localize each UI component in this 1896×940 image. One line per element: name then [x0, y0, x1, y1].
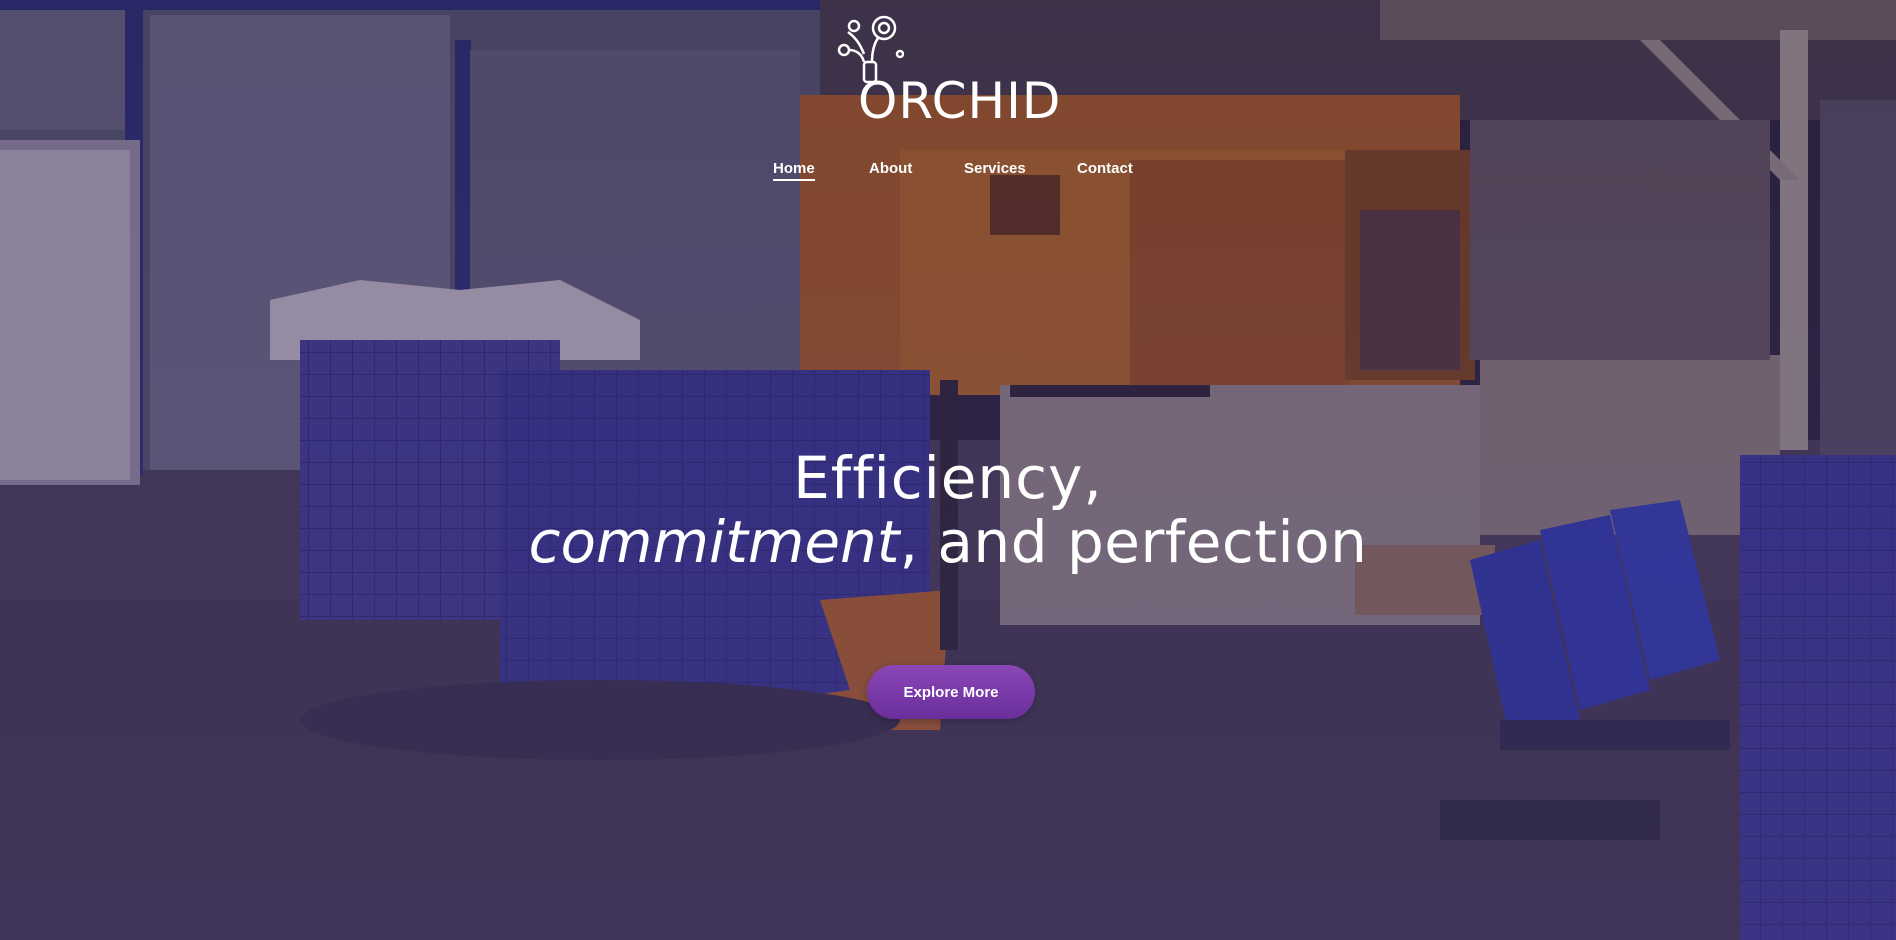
nav-item-services[interactable]: Services	[964, 160, 1026, 177]
explore-more-button[interactable]: Explore More	[867, 665, 1035, 719]
nav-item-home[interactable]: Home	[773, 160, 815, 181]
main-navigation: Home About Services Contact	[0, 160, 1896, 184]
hero-headline: Efficiency, commitment, and perfection	[0, 446, 1896, 574]
headline-line-1: Efficiency,	[793, 444, 1103, 512]
headline-rest: , and perfection	[899, 508, 1368, 576]
brand-name: ORCHID	[858, 72, 1062, 130]
brand-logo[interactable]: ORCHID	[830, 14, 1070, 126]
nav-item-about[interactable]: About	[869, 160, 912, 177]
headline-line-2: commitment, and perfection	[0, 510, 1896, 574]
headline-italic-word: commitment	[528, 508, 900, 576]
hero-section: ORCHID Home About Services Contact Effic…	[0, 0, 1896, 940]
nav-item-contact[interactable]: Contact	[1077, 160, 1133, 177]
